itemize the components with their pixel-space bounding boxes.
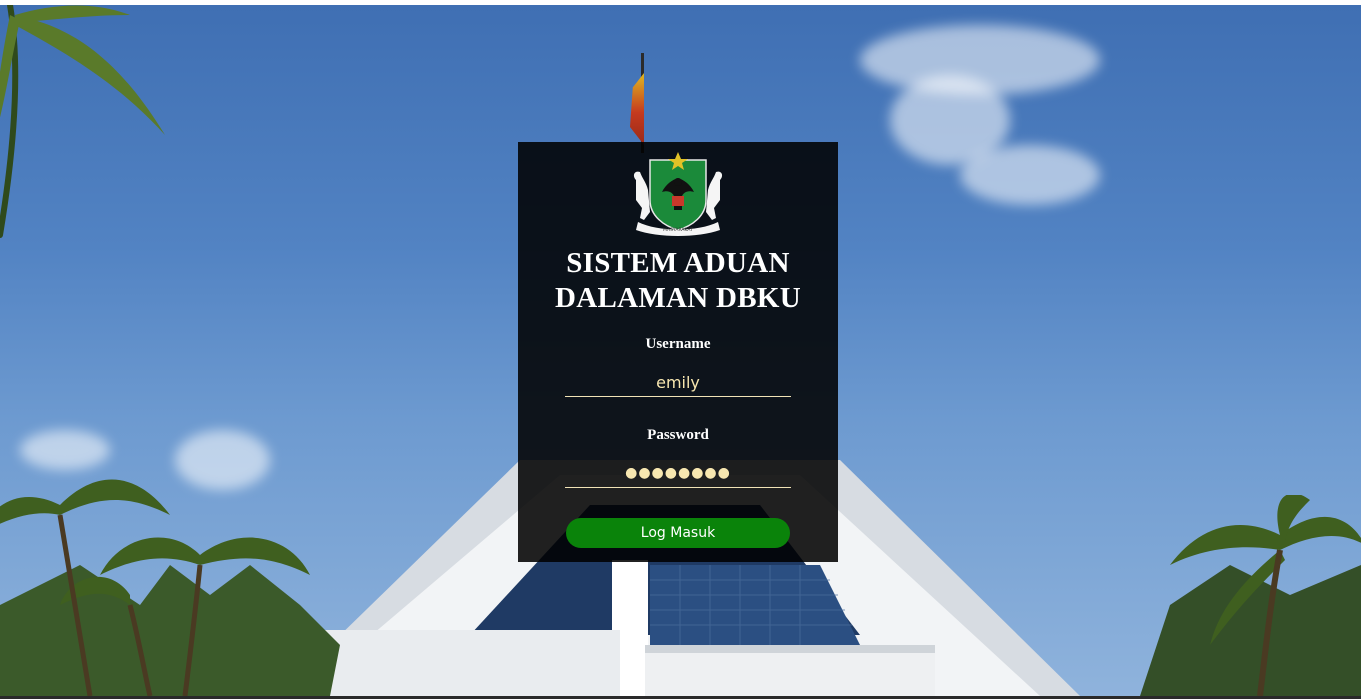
- login-button[interactable]: Log Masuk: [566, 518, 790, 548]
- logo-motto: MASYARAKAT: [663, 227, 693, 233]
- password-input[interactable]: ●●●●●●●●: [565, 460, 791, 488]
- login-card: MASYARAKAT SISTEM ADUAN DALAMAN DBKU Use…: [518, 142, 838, 562]
- page-title-line-2: DALAMAN DBKU: [554, 282, 802, 314]
- password-label: Password: [647, 427, 709, 443]
- dbku-coat-of-arms-icon: MASYARAKAT: [633, 152, 723, 236]
- palm-tree-bottom-left: [0, 479, 310, 696]
- page-title: SISTEM ADUAN DALAMAN DBKU: [518, 246, 838, 316]
- page-title-line-1: SISTEM ADUAN: [566, 247, 790, 279]
- palm-tree-bottom-right: [1170, 495, 1361, 696]
- username-input[interactable]: [565, 369, 791, 397]
- username-label: Username: [645, 336, 711, 352]
- palm-tree-top-left: [0, 5, 165, 238]
